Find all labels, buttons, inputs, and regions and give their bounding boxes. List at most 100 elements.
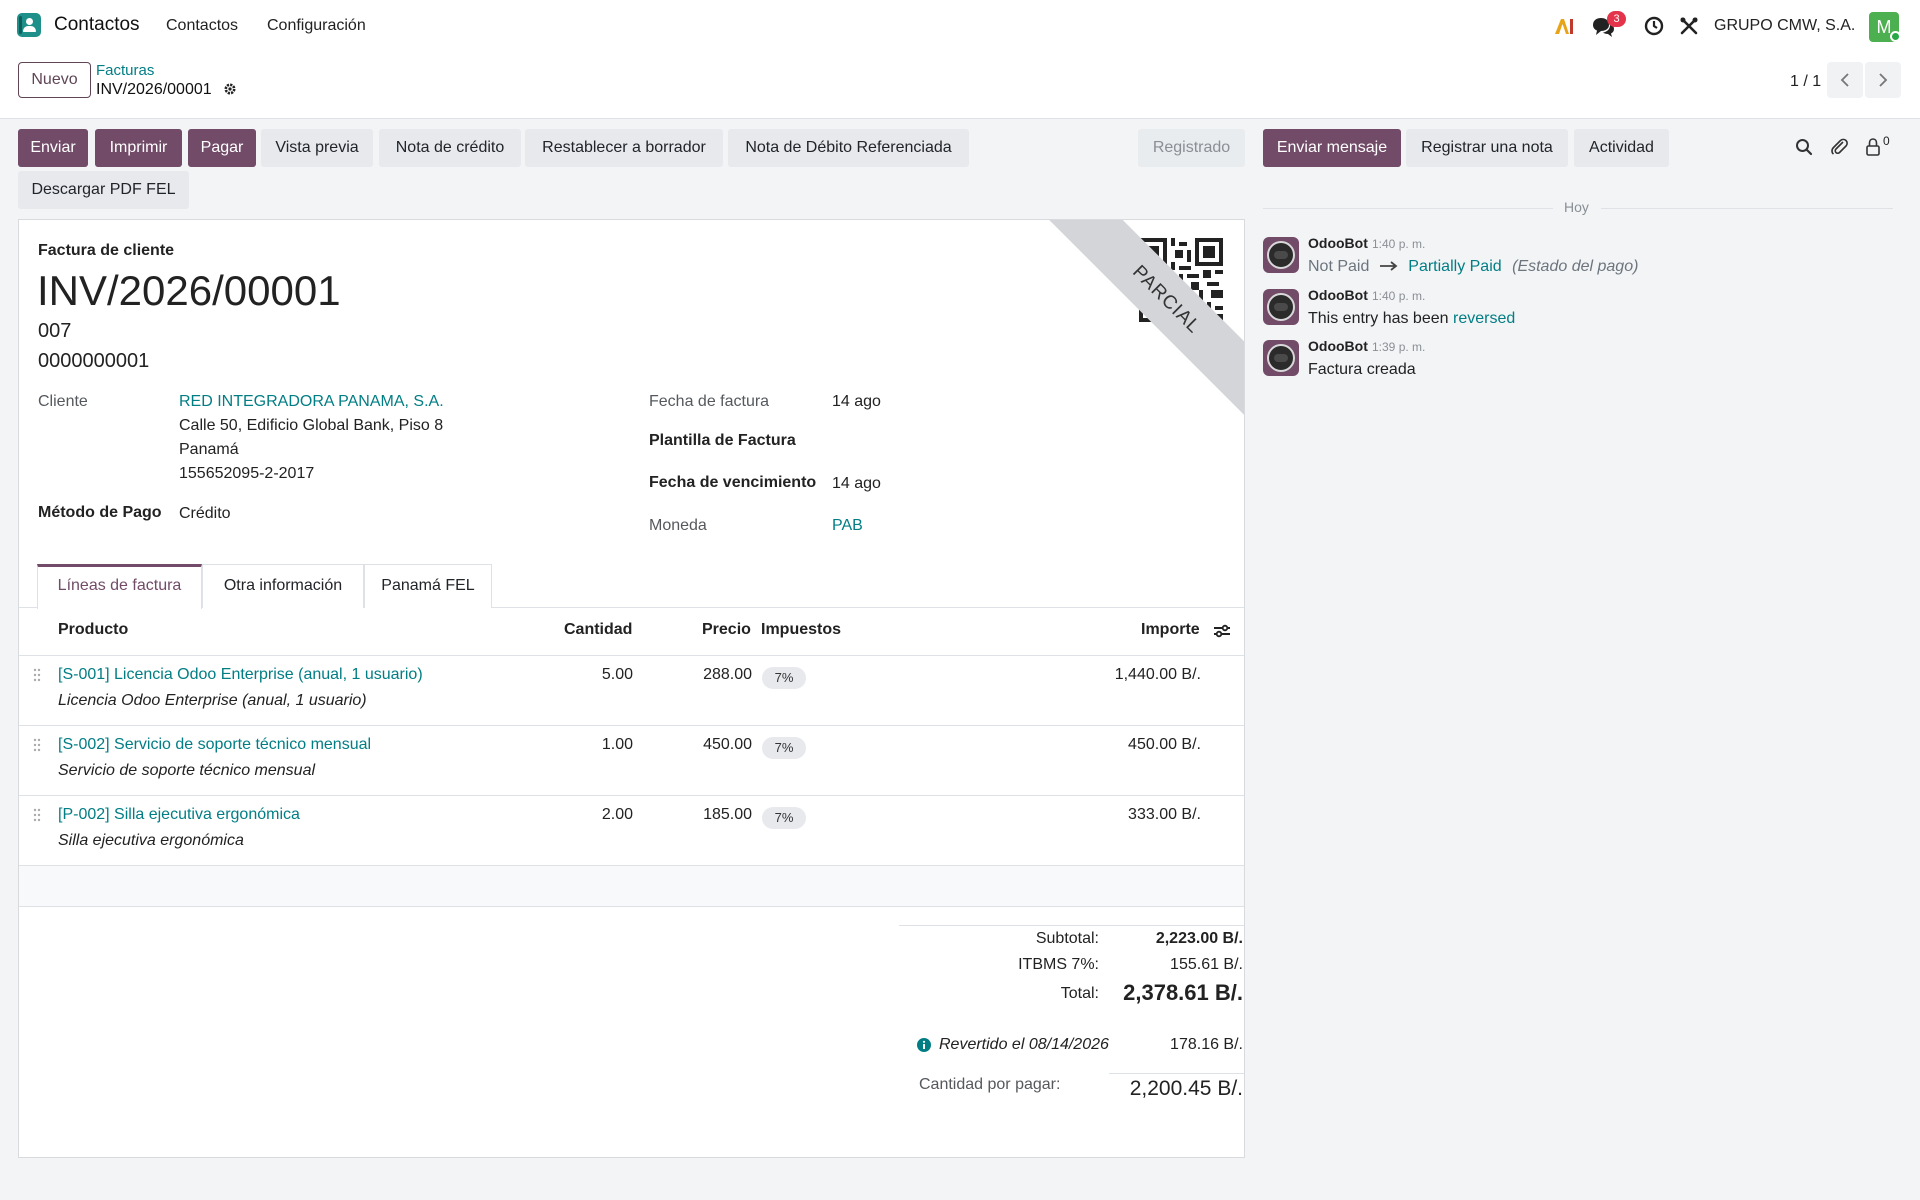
amount-due-value: 2,200.45 B/. bbox=[1129, 1077, 1243, 1100]
payment-method-field[interactable]: Crédito bbox=[179, 505, 231, 523]
column-product[interactable]: Producto bbox=[58, 621, 128, 639]
day-divider-left bbox=[1263, 208, 1553, 209]
pay-button[interactable]: Pagar bbox=[188, 129, 256, 167]
message-author[interactable]: OdooBot bbox=[1308, 338, 1368, 354]
message-body: This entry has been reversed bbox=[1308, 310, 1515, 328]
menu-configuracion[interactable]: Configuración bbox=[267, 17, 366, 35]
activity-clock-icon[interactable] bbox=[1644, 16, 1664, 36]
due-date-label: Fecha de vencimiento bbox=[649, 474, 817, 491]
column-taxes[interactable]: Impuestos bbox=[761, 621, 841, 639]
send-button[interactable]: Enviar bbox=[18, 129, 88, 167]
odoobot-avatar[interactable] bbox=[1263, 237, 1299, 273]
column-quantity[interactable]: Cantidad bbox=[564, 621, 632, 639]
reversed-payment-amount: 178.16 B/. bbox=[1170, 1036, 1243, 1053]
line-price[interactable]: 450.00 bbox=[639, 736, 752, 754]
totals-separator bbox=[899, 925, 1244, 926]
search-icon[interactable] bbox=[1795, 138, 1813, 156]
document-sequence: 0000000001 bbox=[38, 350, 150, 372]
breadcrumb-current: INV/2026/00001 bbox=[96, 81, 212, 98]
row-separator bbox=[19, 725, 1244, 726]
ai-icon[interactable] bbox=[1553, 16, 1575, 36]
document-type: Factura de cliente bbox=[38, 242, 175, 259]
row-separator bbox=[19, 795, 1244, 796]
line-product[interactable]: [S-001] Licencia Odoo Enterprise (anual,… bbox=[58, 666, 423, 684]
line-amount: 450.00 B/. bbox=[1128, 736, 1201, 753]
tax-value: 155.61 B/. bbox=[1170, 956, 1243, 973]
message-text: Factura creada bbox=[1308, 361, 1416, 378]
preview-button[interactable]: Vista previa bbox=[261, 129, 373, 167]
column-amount[interactable]: Importe bbox=[1141, 621, 1200, 639]
tab-other-info[interactable]: Otra información bbox=[202, 564, 364, 608]
paperclip-icon[interactable] bbox=[1830, 136, 1848, 156]
line-tax-tag[interactable]: 7% bbox=[762, 667, 806, 689]
followers-lock-icon[interactable] bbox=[1865, 137, 1881, 157]
gear-icon[interactable] bbox=[223, 82, 237, 101]
chevron-right-icon bbox=[1879, 73, 1888, 87]
column-price[interactable]: Precio bbox=[702, 621, 751, 639]
invoice-number: INV/2026/00001 bbox=[37, 267, 341, 314]
day-label: Hoy bbox=[1564, 199, 1589, 215]
line-quantity[interactable]: 2.00 bbox=[539, 806, 633, 824]
drag-handle-icon[interactable] bbox=[33, 808, 41, 822]
status-registered[interactable]: Registrado bbox=[1138, 129, 1245, 167]
line-product[interactable]: [S-002] Servicio de soporte técnico mens… bbox=[58, 736, 371, 754]
payment-method-label: Método de Pago bbox=[38, 504, 162, 521]
reset-to-draft-button[interactable]: Restablecer a borrador bbox=[525, 129, 723, 167]
amount-due-separator bbox=[1109, 1073, 1244, 1074]
tracking-new-value: Partially Paid bbox=[1408, 258, 1502, 275]
line-amount: 333.00 B/. bbox=[1128, 806, 1201, 823]
drag-handle-icon[interactable] bbox=[33, 738, 41, 752]
send-message-button[interactable]: Enviar mensaje bbox=[1263, 129, 1401, 167]
log-note-button[interactable]: Registrar una nota bbox=[1406, 129, 1568, 167]
invoice-sheet: PARCIAL Factura de cliente INV/2026/0000… bbox=[18, 219, 1245, 1158]
tools-icon[interactable] bbox=[1679, 16, 1699, 36]
breadcrumb-invoices[interactable]: Facturas bbox=[96, 62, 154, 79]
line-tax-tag[interactable]: 7% bbox=[762, 807, 806, 829]
line-description[interactable]: Licencia Odoo Enterprise (anual, 1 usuar… bbox=[58, 692, 367, 710]
company-switcher[interactable]: GRUPO CMW, S.A. bbox=[1714, 17, 1855, 35]
info-icon[interactable] bbox=[917, 1038, 931, 1052]
day-divider-right bbox=[1601, 208, 1893, 209]
new-button[interactable]: Nuevo bbox=[18, 62, 91, 98]
debit-note-button[interactable]: Nota de Débito Referenciada bbox=[728, 129, 969, 167]
pager-next-button[interactable] bbox=[1865, 62, 1901, 98]
line-quantity[interactable]: 1.00 bbox=[539, 736, 633, 754]
currency-label: Moneda bbox=[649, 517, 707, 534]
odoobot-avatar[interactable] bbox=[1263, 340, 1299, 376]
contacts-app-icon[interactable] bbox=[17, 13, 41, 37]
customer-label: Cliente bbox=[38, 393, 88, 410]
optional-columns-icon[interactable] bbox=[1213, 622, 1231, 640]
followers-count: 0 bbox=[1883, 134, 1890, 148]
line-tax-tag[interactable]: 7% bbox=[762, 737, 806, 759]
tab-invoice-lines[interactable]: Líneas de factura bbox=[37, 564, 202, 609]
message-author[interactable]: OdooBot bbox=[1308, 287, 1368, 303]
tab-panama-fel[interactable]: Panamá FEL bbox=[364, 564, 492, 608]
line-quantity[interactable]: 5.00 bbox=[539, 666, 633, 684]
invoice-date-field[interactable]: 14 ago bbox=[832, 393, 881, 411]
pager-value[interactable]: 1 / 1 bbox=[1790, 73, 1821, 91]
activity-button[interactable]: Actividad bbox=[1574, 129, 1669, 167]
currency-link[interactable]: PAB bbox=[832, 517, 863, 535]
line-price[interactable]: 185.00 bbox=[639, 806, 752, 824]
menu-contactos[interactable]: Contactos bbox=[166, 17, 238, 35]
download-fel-pdf-button[interactable]: Descargar PDF FEL bbox=[18, 171, 189, 209]
credit-note-button[interactable]: Nota de crédito bbox=[379, 129, 521, 167]
customer-link[interactable]: RED INTEGRADORA PANAMA, S.A. bbox=[179, 393, 444, 411]
line-product[interactable]: [P-002] Silla ejecutiva ergonómica bbox=[58, 806, 300, 824]
reversed-entry-link[interactable]: reversed bbox=[1453, 310, 1515, 327]
line-description[interactable]: Servicio de soporte técnico mensual bbox=[58, 762, 315, 780]
invoice-date-label: Fecha de factura bbox=[649, 393, 770, 410]
line-amount: 1,440.00 B/. bbox=[1114, 666, 1201, 683]
message-text: This entry has been bbox=[1308, 310, 1449, 327]
pager-previous-button[interactable] bbox=[1827, 62, 1863, 98]
line-description[interactable]: Silla ejecutiva ergonómica bbox=[58, 832, 244, 850]
drag-handle-icon[interactable] bbox=[33, 668, 41, 682]
subtotal-value: 2,223.00 B/. bbox=[1155, 930, 1243, 947]
odoobot-avatar[interactable] bbox=[1263, 289, 1299, 325]
app-name[interactable]: Contactos bbox=[54, 14, 140, 36]
line-price[interactable]: 288.00 bbox=[639, 666, 752, 684]
chevron-left-icon bbox=[1840, 73, 1849, 87]
message-author[interactable]: OdooBot bbox=[1308, 235, 1368, 251]
due-date-field[interactable]: 14 ago bbox=[832, 475, 881, 493]
print-button[interactable]: Imprimir bbox=[95, 129, 182, 167]
